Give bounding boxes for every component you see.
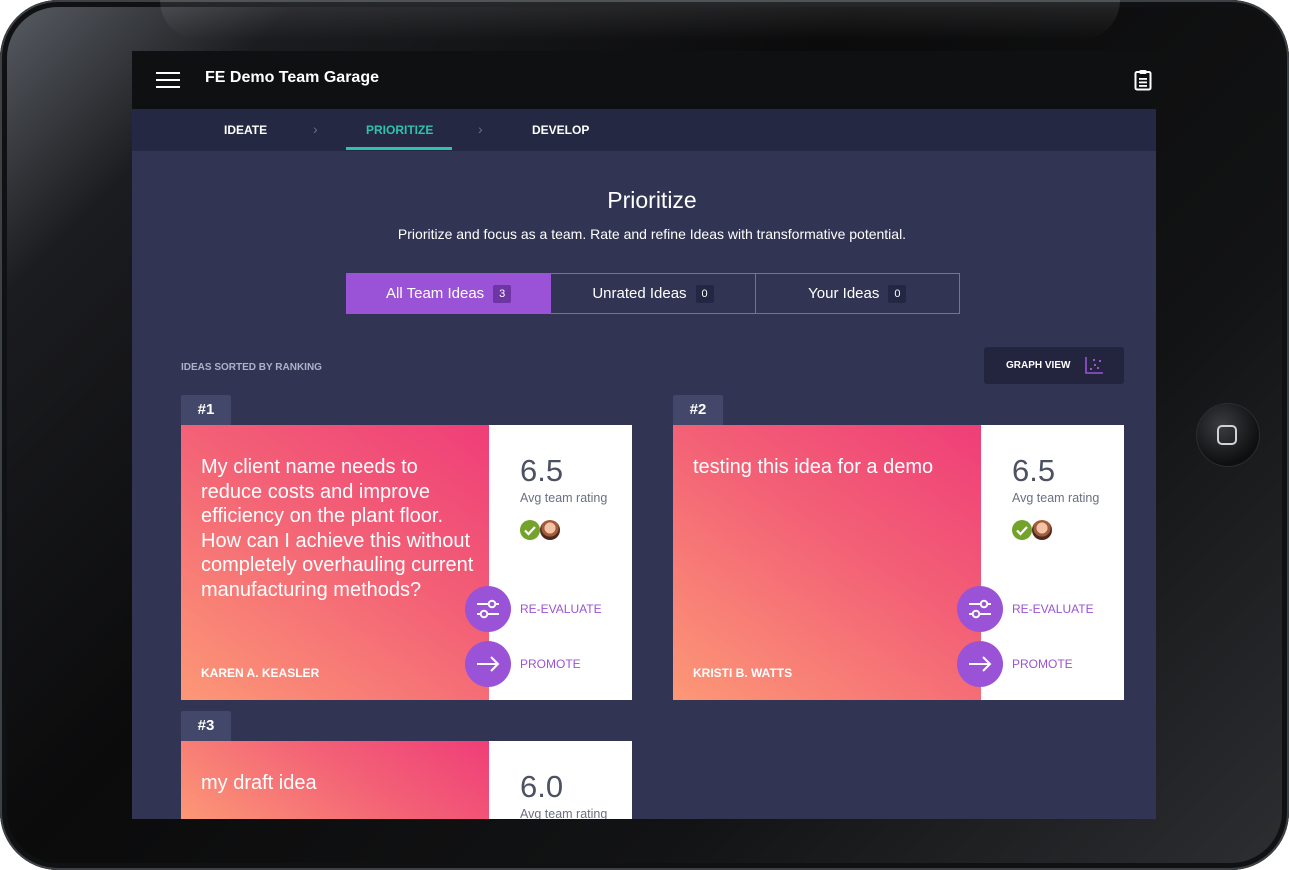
tablet-glare bbox=[160, 0, 1120, 40]
avg-rating-value: 6.0 bbox=[520, 769, 564, 804]
tab-all-team-ideas[interactable]: All Team Ideas 3 bbox=[347, 274, 552, 313]
idea-filter-tabs: All Team Ideas 3 Unrated Ideas 0 Your Id… bbox=[346, 273, 960, 314]
sliders-icon bbox=[969, 599, 991, 619]
graph-view-label: GRAPH VIEW bbox=[1006, 360, 1071, 371]
tab-count-badge: 0 bbox=[695, 284, 714, 303]
idea-card[interactable]: my draft idea 6.0 Avg team rating bbox=[181, 741, 632, 819]
idea-card[interactable]: My client name needs to reduce costs and… bbox=[181, 425, 632, 700]
rank-badge: #2 bbox=[673, 395, 723, 425]
tab-count-badge: 0 bbox=[888, 284, 907, 303]
promote-button[interactable] bbox=[465, 641, 511, 687]
idea-title: my draft idea bbox=[201, 772, 317, 794]
avg-rating-value: 6.5 bbox=[1012, 453, 1056, 488]
tablet-frame: FE Demo Team Garage IDEATE › PRIORITIZE … bbox=[0, 0, 1289, 870]
promote-label[interactable]: PROMOTE bbox=[520, 657, 581, 671]
step-navigation: IDEATE › PRIORITIZE › DEVELOP bbox=[132, 109, 1156, 151]
idea-card-body: My client name needs to reduce costs and… bbox=[181, 425, 489, 700]
avg-rating-label: Avg team rating bbox=[520, 807, 608, 819]
idea-author: KRISTI B. WATTS bbox=[693, 666, 793, 680]
tab-count-badge: 3 bbox=[493, 284, 512, 303]
promote-button[interactable] bbox=[957, 641, 1003, 687]
avatar bbox=[1032, 520, 1052, 540]
graph-view-button[interactable]: GRAPH VIEW bbox=[984, 347, 1124, 384]
step-ideate[interactable]: IDEATE bbox=[224, 109, 267, 151]
arrow-right-icon bbox=[969, 656, 992, 672]
arrow-right-icon bbox=[477, 656, 500, 672]
tablet-home-button[interactable] bbox=[1196, 403, 1260, 467]
check-icon bbox=[1012, 520, 1032, 540]
sliders-icon bbox=[477, 599, 499, 619]
idea-title: My client name needs to reduce costs and… bbox=[201, 456, 474, 601]
rater-avatars bbox=[1012, 520, 1056, 540]
page-title: Prioritize bbox=[607, 187, 697, 213]
chevron-right-icon: › bbox=[313, 121, 318, 137]
step-develop[interactable]: DEVELOP bbox=[532, 109, 589, 151]
idea-card[interactable]: testing this idea for a demo KRISTI B. W… bbox=[673, 425, 1124, 700]
re-evaluate-label[interactable]: RE-EVALUATE bbox=[520, 602, 602, 616]
active-step-indicator bbox=[346, 147, 452, 150]
avatar bbox=[540, 520, 560, 540]
avg-rating-value: 6.5 bbox=[520, 453, 564, 488]
scatter-graph-icon bbox=[1085, 357, 1103, 374]
hamburger-icon[interactable] bbox=[156, 72, 180, 88]
rater-avatars bbox=[520, 520, 564, 540]
avg-rating-label: Avg team rating bbox=[520, 491, 608, 505]
re-evaluate-button[interactable] bbox=[957, 586, 1003, 632]
sort-description: IDEAS SORTED BY RANKING bbox=[181, 362, 322, 373]
home-button-icon bbox=[1217, 425, 1237, 445]
idea-title: testing this idea for a demo bbox=[693, 456, 934, 478]
top-bar: FE Demo Team Garage bbox=[132, 51, 1156, 109]
step-prioritize[interactable]: PRIORITIZE bbox=[366, 109, 433, 151]
rank-badge: #1 bbox=[181, 395, 231, 425]
re-evaluate-button[interactable] bbox=[465, 586, 511, 632]
idea-author: KAREN A. KEASLER bbox=[201, 666, 320, 680]
promote-label[interactable]: PROMOTE bbox=[1012, 657, 1073, 671]
chevron-right-icon: › bbox=[478, 121, 483, 137]
app-screen: FE Demo Team Garage IDEATE › PRIORITIZE … bbox=[132, 51, 1156, 819]
clipboard-icon[interactable] bbox=[1134, 69, 1152, 91]
page-subtitle: Prioritize and focus as a team. Rate and… bbox=[397, 226, 907, 242]
app-title: FE Demo Team Garage bbox=[205, 69, 379, 86]
idea-card-body: testing this idea for a demo KRISTI B. W… bbox=[673, 425, 981, 700]
tab-your-ideas[interactable]: Your Ideas 0 bbox=[756, 274, 959, 313]
re-evaluate-label[interactable]: RE-EVALUATE bbox=[1012, 602, 1094, 616]
tab-label: Unrated Ideas bbox=[592, 285, 687, 302]
idea-card-body: my draft idea bbox=[181, 741, 489, 819]
avg-rating-label: Avg team rating bbox=[1012, 491, 1100, 505]
tab-label: All Team Ideas bbox=[386, 285, 485, 302]
check-icon bbox=[520, 520, 540, 540]
rank-badge: #3 bbox=[181, 711, 231, 741]
tab-unrated-ideas[interactable]: Unrated Ideas 0 bbox=[551, 274, 756, 313]
tab-label: Your Ideas bbox=[808, 285, 880, 302]
